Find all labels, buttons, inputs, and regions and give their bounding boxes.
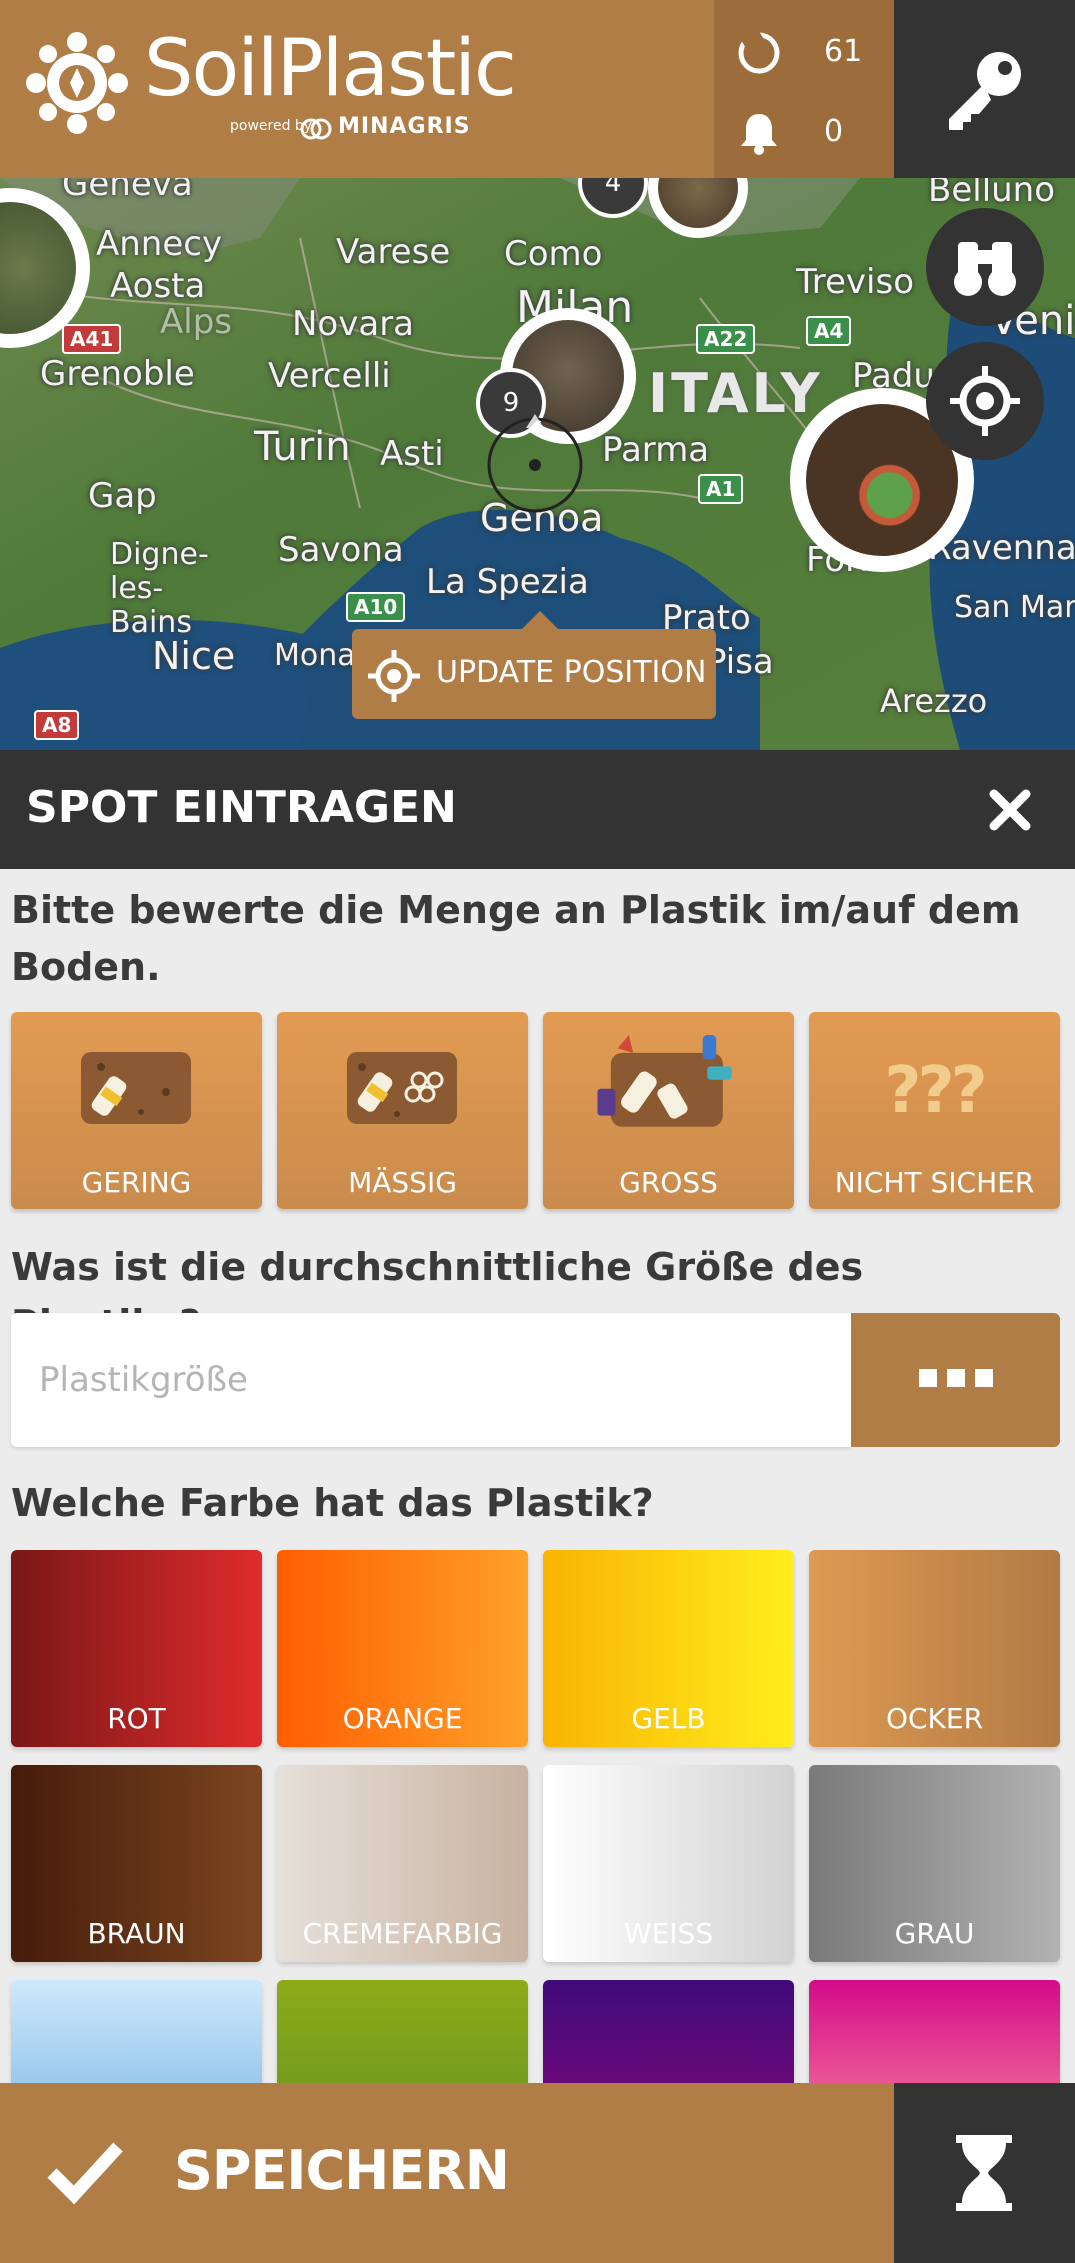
amount-option-label: MÄSSIG: [348, 1166, 457, 1199]
amount-option-unsure[interactable]: ??? NICHT SICHER: [809, 1012, 1060, 1209]
save-label: SPEICHERN: [174, 2139, 510, 2202]
color-option-label: CREMEFARBIG: [302, 1917, 503, 1950]
notifications-counter[interactable]: 0: [714, 100, 894, 160]
counters-panel: 61 0: [714, 0, 894, 178]
panel-title: SPOT EINTRAGEN: [26, 782, 457, 833]
color-option-label: ROT: [107, 1702, 166, 1735]
map-label: Treviso: [796, 262, 915, 302]
map-label: Arezzo: [880, 682, 988, 720]
map-label: Parma: [602, 430, 710, 470]
close-icon[interactable]: [980, 780, 1040, 840]
spots-counter[interactable]: 61: [714, 20, 894, 80]
country-label: ITALY: [648, 362, 823, 425]
color-option-label: OCKER: [885, 1702, 984, 1735]
brand-logo: SoilPlastic powered by MINAGRIS: [0, 0, 714, 178]
soilplastic-logo-icon: [26, 32, 128, 134]
road-shield: A10: [346, 592, 406, 622]
amount-question: Bitte bewerte die Menge an Plastik im/au…: [11, 888, 1021, 989]
amount-option-label: GERING: [81, 1166, 192, 1199]
color-option[interactable]: GRAU: [809, 1765, 1060, 1962]
spots-count: 61: [824, 34, 863, 69]
app-header: SoilPlastic powered by MINAGRIS 61 0: [0, 0, 1075, 178]
color-option-label: ORANGE: [342, 1702, 463, 1735]
amount-option-medium[interactable]: MÄSSIG: [277, 1012, 528, 1209]
color-option-label: GRAU: [894, 1917, 975, 1950]
browse-spots-button[interactable]: [926, 208, 1044, 326]
map-label: San Marino: [954, 590, 1075, 625]
map-label: Asti: [380, 434, 444, 474]
map-label: Varese: [336, 232, 451, 272]
amount-option-low[interactable]: GERING: [11, 1012, 262, 1209]
svg-text:???: ???: [884, 1054, 983, 1128]
logo-text: SoilPlastic: [144, 24, 517, 114]
update-position-label: UPDATE POSITION: [436, 655, 707, 690]
map-label: Gap: [88, 476, 157, 516]
color-option-label: BRAUN: [87, 1917, 186, 1950]
road-shield: A4: [806, 316, 852, 346]
map-label: Novara: [292, 304, 415, 344]
map-label: Nice: [152, 634, 236, 678]
color-option[interactable]: ROT: [11, 1550, 262, 1747]
color-question: Welche Farbe hat das Plastik?: [11, 1481, 654, 1525]
color-option[interactable]: CREMEFARBIG: [277, 1765, 528, 1962]
question-marks-icon: ???: [884, 1054, 987, 1128]
key-icon: [949, 52, 1021, 130]
map-label: Grenoble: [40, 354, 195, 394]
high-plastic-icon: [597, 1034, 732, 1127]
map-label: Geneva: [62, 178, 193, 204]
road-shield: A1: [698, 474, 744, 504]
map-label: Annecy: [96, 224, 223, 264]
size-options-button[interactable]: [851, 1313, 1060, 1447]
road-shield: A41: [62, 324, 122, 354]
map-label: Alps: [160, 302, 233, 342]
plastic-size-input[interactable]: [11, 1313, 851, 1447]
partner-name: MINAGRIS: [338, 114, 471, 139]
map-label: Como: [504, 234, 603, 274]
map-label: Turin: [254, 424, 351, 470]
map-view[interactable]: Geneva Annecy Aosta Alps Grenoble Varese…: [0, 178, 1075, 750]
login-button[interactable]: [894, 0, 1075, 178]
save-later-button[interactable]: [894, 2083, 1075, 2263]
spots-icon: [738, 30, 780, 74]
locate-me-button[interactable]: [926, 342, 1044, 460]
map-label: Digne-les-Bains: [110, 537, 209, 640]
amount-option-high[interactable]: GROSS: [543, 1012, 794, 1209]
map-label: Savona: [278, 530, 404, 570]
road-shield: A22: [696, 324, 756, 354]
color-option[interactable]: ORANGE: [277, 1550, 528, 1747]
crosshair-icon: [368, 650, 420, 702]
position-marker-icon: [487, 414, 583, 513]
map-label: Belluno: [928, 178, 1056, 210]
map-label: Pisa: [706, 642, 774, 682]
minagris-icon: [300, 118, 332, 140]
map-label: La Spezia: [426, 562, 589, 602]
color-option[interactable]: BRAUN: [11, 1765, 262, 1962]
crosshair-icon: [950, 366, 1020, 436]
color-option[interactable]: OCKER: [809, 1550, 1060, 1747]
bell-icon: [741, 114, 777, 155]
more-icon: [919, 1369, 993, 1389]
footer-bar: SPEICHERN: [0, 2083, 1075, 2263]
map-label: Vercelli: [268, 356, 391, 396]
color-option-label: WEISS: [623, 1917, 714, 1950]
panel-header: SPOT EINTRAGEN: [0, 750, 1075, 869]
amount-option-label: GROSS: [619, 1166, 718, 1199]
binoculars-icon: [954, 242, 1016, 296]
map-label: Aosta: [110, 266, 206, 306]
hourglass-icon: [956, 2135, 1012, 2211]
medium-plastic-icon: [347, 1052, 457, 1124]
update-position-button[interactable]: UPDATE POSITION: [352, 611, 716, 719]
low-plastic-icon: [81, 1052, 191, 1124]
color-option[interactable]: GELB: [543, 1550, 794, 1747]
color-option-label: GELB: [631, 1702, 706, 1735]
amount-option-label: NICHT SICHER: [834, 1166, 1035, 1199]
notifications-count: 0: [824, 114, 844, 149]
color-option[interactable]: WEISS: [543, 1765, 794, 1962]
road-shield: A8: [34, 710, 80, 740]
save-button[interactable]: SPEICHERN: [0, 2083, 894, 2263]
checkmark-icon: [47, 2142, 123, 2205]
